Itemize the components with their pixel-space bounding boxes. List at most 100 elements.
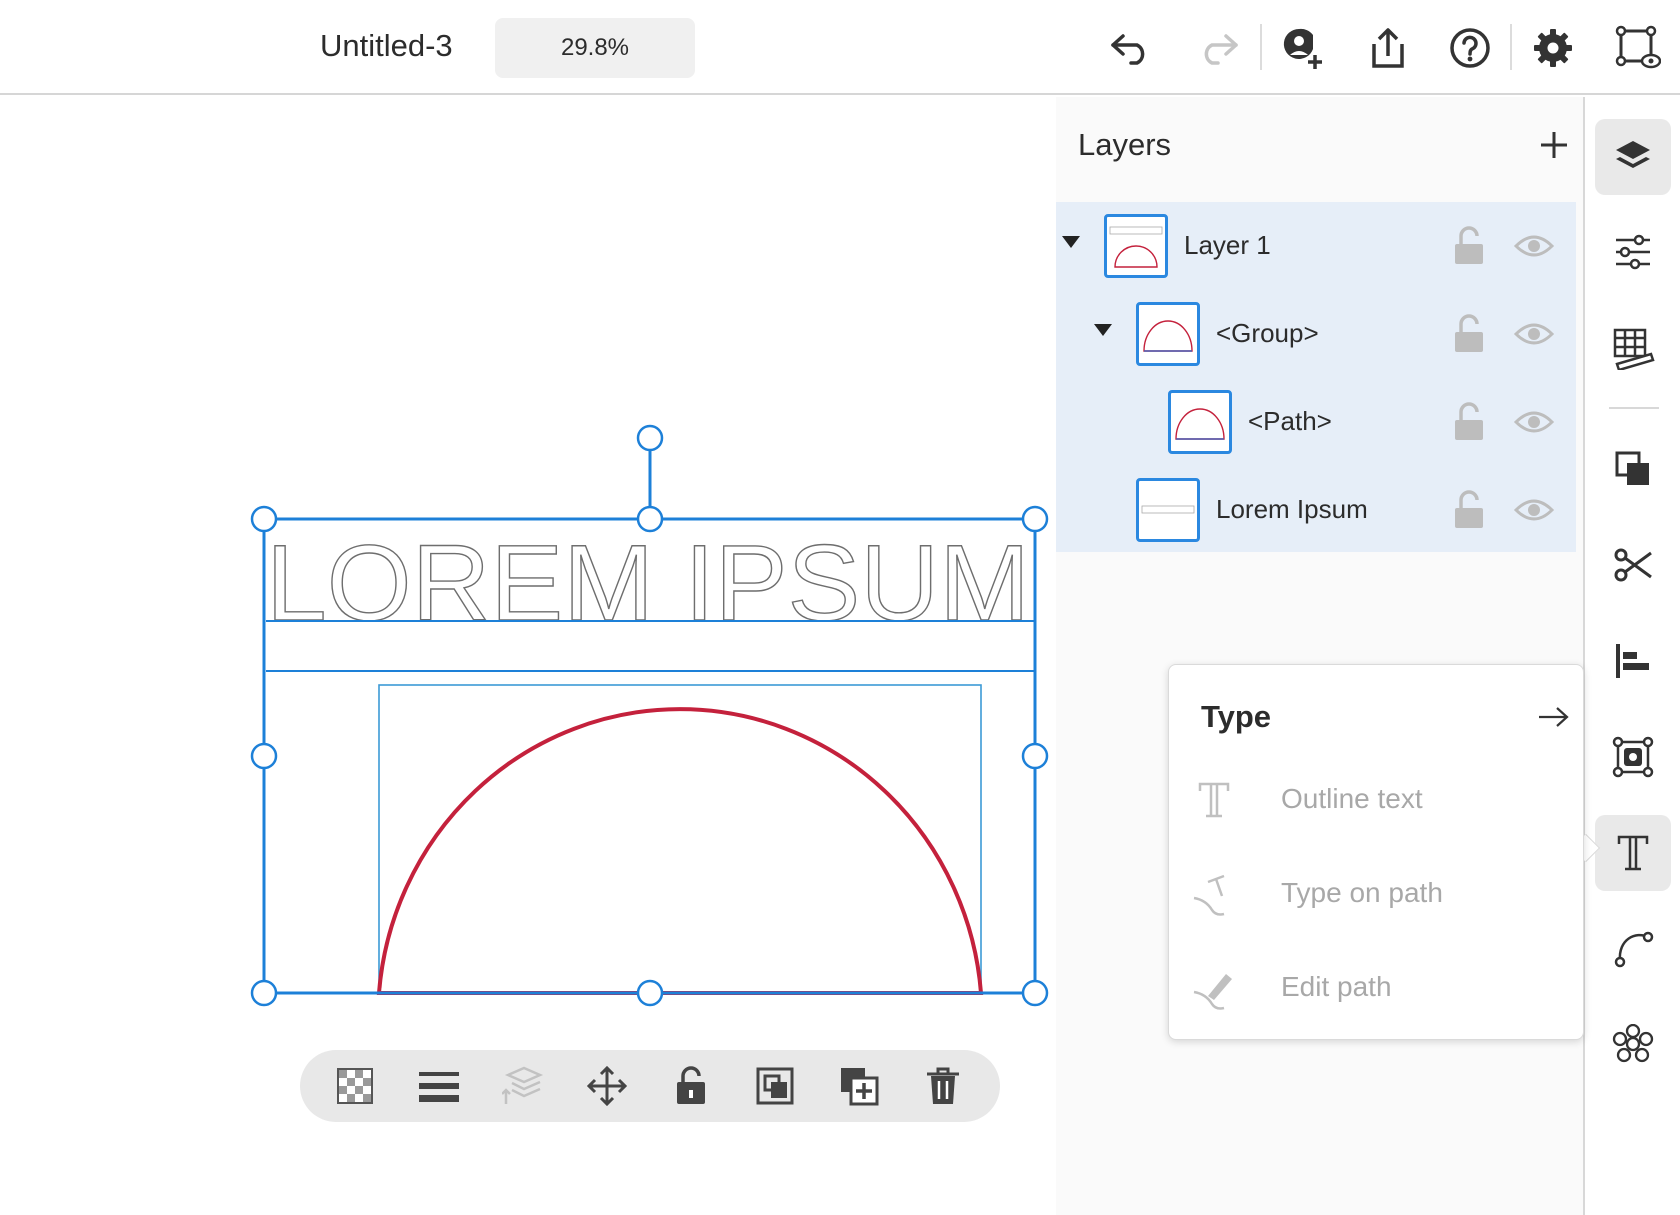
top-bar: Untitled-3 29.8% bbox=[0, 0, 1680, 95]
combine-shapes-icon bbox=[1615, 451, 1649, 485]
type-on-path-option[interactable]: Type on path bbox=[1189, 859, 1569, 929]
properties-icon bbox=[1616, 234, 1650, 270]
align-icon bbox=[1616, 644, 1649, 678]
invite-button[interactable] bbox=[1276, 22, 1328, 74]
grid-ruler-rail-button[interactable] bbox=[1595, 310, 1671, 386]
redo-button[interactable] bbox=[1192, 22, 1244, 74]
document-title[interactable]: Untitled-3 bbox=[320, 28, 453, 64]
visibility-eye-icon[interactable] bbox=[1514, 318, 1554, 350]
image-trace-icon bbox=[1612, 736, 1654, 778]
share-button[interactable] bbox=[1362, 22, 1414, 74]
type-rail-button[interactable] bbox=[1595, 815, 1671, 891]
properties-rail-button[interactable] bbox=[1595, 214, 1671, 290]
zoom-level[interactable]: 29.8% bbox=[495, 18, 695, 78]
layer-name: <Path> bbox=[1248, 406, 1332, 436]
resize-handle-top[interactable] bbox=[636, 505, 664, 533]
transparency-icon bbox=[337, 1068, 373, 1104]
delete-button[interactable] bbox=[916, 1060, 970, 1112]
layer-row-group[interactable]: <Group> bbox=[1056, 290, 1576, 378]
layer-name: Layer 1 bbox=[1184, 230, 1271, 260]
stroke-button[interactable] bbox=[412, 1060, 466, 1112]
type-icon bbox=[1617, 835, 1649, 871]
resize-handle-bottom[interactable] bbox=[636, 979, 664, 1007]
visibility-eye-icon[interactable] bbox=[1514, 494, 1554, 526]
outlined-text[interactable]: LOREM IPSUM bbox=[265, 521, 1030, 643]
layer-thumbnail bbox=[1136, 302, 1200, 366]
unlocked-icon[interactable] bbox=[1452, 402, 1486, 442]
arrange-button[interactable] bbox=[496, 1060, 550, 1112]
type-on-path-icon bbox=[1189, 869, 1239, 919]
visibility-eye-icon[interactable] bbox=[1514, 406, 1554, 438]
grid-ruler-icon bbox=[1613, 328, 1655, 370]
invite-icon bbox=[1283, 28, 1322, 69]
mask-button[interactable] bbox=[748, 1060, 802, 1112]
layers-icon bbox=[1616, 141, 1650, 168]
resize-handle-right[interactable] bbox=[1021, 742, 1049, 770]
undo-icon bbox=[1111, 34, 1145, 65]
duplicate-button[interactable] bbox=[832, 1060, 886, 1112]
rotation-handle[interactable] bbox=[636, 424, 664, 452]
toolbar-divider bbox=[1260, 24, 1262, 70]
cut-rail-button[interactable] bbox=[1595, 527, 1671, 603]
popover-expand-button[interactable] bbox=[1533, 697, 1573, 737]
layers-list: Layer 1 <Group> <Path> Lorem Ipsum bbox=[1056, 202, 1576, 552]
combine-shapes-rail-button[interactable] bbox=[1595, 431, 1671, 507]
help-icon bbox=[1450, 28, 1490, 68]
toolbar-divider bbox=[1510, 24, 1512, 70]
scissors-icon bbox=[1614, 548, 1652, 582]
edit-path-option[interactable]: Edit path bbox=[1189, 953, 1569, 1023]
settings-button[interactable] bbox=[1527, 22, 1579, 74]
resize-handle-bottom-left[interactable] bbox=[250, 979, 278, 1007]
unlocked-icon[interactable] bbox=[1452, 226, 1486, 266]
edit-path-icon bbox=[1189, 963, 1239, 1013]
semicircle-path[interactable] bbox=[376, 707, 984, 995]
unlocked-icon[interactable] bbox=[1452, 490, 1486, 530]
resize-handle-bottom-right[interactable] bbox=[1021, 979, 1049, 1007]
transparency-button[interactable] bbox=[328, 1060, 382, 1112]
move-icon bbox=[587, 1066, 627, 1106]
lock-icon bbox=[677, 1066, 705, 1104]
outline-text-option[interactable]: Outline text bbox=[1189, 765, 1569, 835]
resize-handle-top-left[interactable] bbox=[250, 505, 278, 533]
lock-button[interactable] bbox=[664, 1060, 718, 1112]
layer-thumbnail bbox=[1136, 478, 1200, 542]
layer-name: <Group> bbox=[1216, 318, 1319, 348]
layer-thumbnail bbox=[1168, 390, 1232, 454]
unlocked-icon[interactable] bbox=[1452, 314, 1486, 354]
layer-thumbnail bbox=[1104, 214, 1168, 278]
plus-icon bbox=[1541, 132, 1567, 158]
redo-icon bbox=[1204, 34, 1238, 65]
image-trace-rail-button[interactable] bbox=[1595, 719, 1671, 795]
share-icon bbox=[1372, 28, 1404, 68]
layers-panel-title: Layers bbox=[1078, 127, 1172, 162]
duplicate-icon bbox=[841, 1068, 879, 1106]
right-tool-rail bbox=[1583, 97, 1680, 1215]
add-layer-button[interactable] bbox=[1532, 123, 1576, 167]
move-button[interactable] bbox=[580, 1060, 634, 1112]
resize-handle-top-right[interactable] bbox=[1021, 505, 1049, 533]
align-rail-button[interactable] bbox=[1595, 623, 1671, 699]
layer-row-lorem-ipsum[interactable]: Lorem Ipsum bbox=[1056, 466, 1576, 554]
undo-button[interactable] bbox=[1105, 22, 1157, 74]
disclosure-triangle-icon[interactable] bbox=[1094, 324, 1112, 336]
layer-row-layer-1[interactable]: Layer 1 bbox=[1056, 202, 1576, 290]
canvas-artwork[interactable]: LOREM IPSUM bbox=[0, 97, 1056, 1215]
repeat-icon bbox=[1612, 1024, 1654, 1063]
popover-title: Type bbox=[1201, 699, 1272, 734]
type-popover: Type Outline text Type on path Edit path bbox=[1168, 664, 1584, 1040]
artboard-canvas[interactable]: LOREM IPSUM bbox=[0, 97, 1056, 1215]
disclosure-triangle-icon[interactable] bbox=[1062, 236, 1080, 248]
rail-divider bbox=[1609, 407, 1659, 409]
help-button[interactable] bbox=[1444, 22, 1496, 74]
option-label: Edit path bbox=[1281, 971, 1392, 1002]
repeat-rail-button[interactable] bbox=[1595, 1007, 1671, 1083]
resize-handle-left[interactable] bbox=[250, 742, 278, 770]
visibility-eye-icon[interactable] bbox=[1514, 230, 1554, 262]
stroke-icon bbox=[419, 1072, 459, 1102]
option-label: Type on path bbox=[1281, 877, 1443, 908]
mask-icon bbox=[756, 1067, 794, 1105]
layers-rail-button[interactable] bbox=[1595, 119, 1671, 195]
preview-button[interactable] bbox=[1612, 22, 1664, 74]
layer-row-path[interactable]: <Path> bbox=[1056, 378, 1576, 466]
path-rail-button[interactable] bbox=[1595, 911, 1671, 987]
